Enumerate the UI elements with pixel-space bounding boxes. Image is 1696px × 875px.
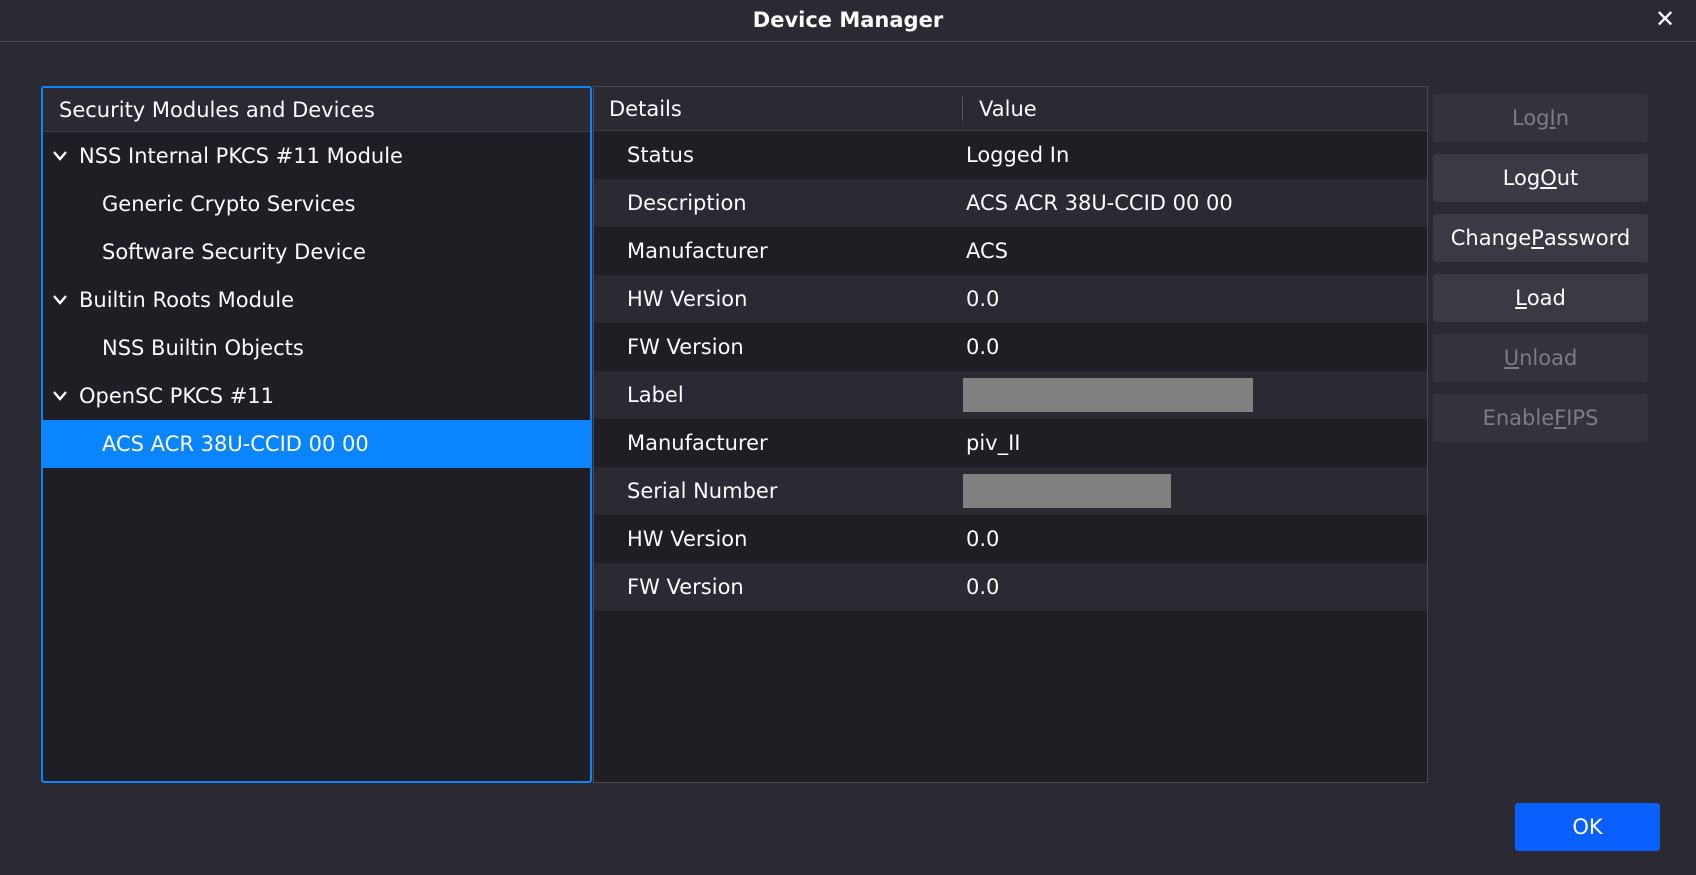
tree-item-generic-crypto-services[interactable]: Generic Crypto Services (43, 180, 590, 228)
row-value: Logged In (966, 143, 1070, 167)
button-label: Change (1450, 226, 1532, 250)
button-accel: P (1531, 226, 1544, 250)
table-row[interactable]: Status Logged In (594, 131, 1427, 179)
unload-button[interactable]: Unload (1433, 334, 1648, 382)
button-label: n (1555, 106, 1570, 130)
table-row[interactable]: Serial Number (594, 467, 1427, 515)
button-accel: L (1515, 286, 1527, 310)
details-header: Details Value (594, 87, 1427, 131)
row-key: HW Version (627, 287, 748, 311)
row-key: Manufacturer (627, 431, 768, 455)
table-row[interactable]: HW Version 0.0 (594, 275, 1427, 323)
tree-header[interactable]: Security Modules and Devices (43, 88, 590, 132)
chevron-down-icon[interactable] (53, 293, 67, 307)
ok-button[interactable]: OK (1515, 803, 1660, 851)
chevron-down-icon[interactable] (53, 149, 67, 163)
row-key: HW Version (627, 527, 748, 551)
enable-fips-button[interactable]: Enable F IPS (1433, 394, 1648, 442)
row-key: FW Version (627, 335, 744, 359)
log-out-button[interactable]: Log Out (1433, 154, 1648, 202)
tree-item-label: NSS Internal PKCS #11 Module (79, 144, 403, 168)
tree-item-opensc-pkcs11[interactable]: OpenSC PKCS #11 (43, 372, 590, 420)
table-row[interactable]: FW Version 0.0 (594, 323, 1427, 371)
tree-item-label: Generic Crypto Services (102, 192, 356, 216)
redacted-value (963, 378, 1253, 412)
button-label: nload (1519, 346, 1578, 370)
button-label: Log (1511, 106, 1550, 130)
button-label: Enable (1482, 406, 1555, 430)
column-header-value[interactable]: Value (979, 97, 1037, 121)
button-label: Log (1502, 166, 1541, 190)
tree-item-builtin-roots-module[interactable]: Builtin Roots Module (43, 276, 590, 324)
details-table[interactable]: Details Value Status Logged In Descripti… (593, 86, 1428, 783)
tree-item-label: NSS Builtin Objects (102, 336, 304, 360)
tree-item-label: Builtin Roots Module (79, 288, 294, 312)
table-row[interactable]: Label (594, 371, 1427, 419)
button-label: assword (1543, 226, 1631, 250)
row-value: ACS (966, 239, 1008, 263)
row-value: ACS ACR 38U-CCID 00 00 (966, 191, 1233, 215)
row-value: 0.0 (966, 335, 1000, 359)
table-row[interactable]: FW Version 0.0 (594, 563, 1427, 611)
title-bar: Device Manager ✕ (0, 0, 1696, 42)
log-in-button[interactable]: Log In (1433, 94, 1648, 142)
load-button[interactable]: Load (1433, 274, 1648, 322)
tree-item-acs-acr38u[interactable]: ACS ACR 38U-CCID 00 00 (43, 420, 590, 468)
table-row[interactable]: HW Version 0.0 (594, 515, 1427, 563)
button-label: oad (1526, 286, 1566, 310)
tree-item-nss-builtin-objects[interactable]: NSS Builtin Objects (43, 324, 590, 372)
row-value: 0.0 (966, 527, 1000, 551)
change-password-button[interactable]: Change Password (1433, 214, 1648, 262)
close-icon[interactable]: ✕ (1650, 4, 1680, 34)
row-key: Label (627, 383, 684, 407)
table-row[interactable]: Manufacturer piv_II (594, 419, 1427, 467)
row-key: Manufacturer (627, 239, 768, 263)
tree-item-nss-internal-module[interactable]: NSS Internal PKCS #11 Module (43, 132, 590, 180)
tree-item-software-security-device[interactable]: Software Security Device (43, 228, 590, 276)
tree-item-label: ACS ACR 38U-CCID 00 00 (102, 432, 369, 456)
table-row[interactable]: Manufacturer ACS (594, 227, 1427, 275)
window-title: Device Manager (752, 8, 944, 32)
button-label: ut (1556, 166, 1579, 190)
tree-item-label: Software Security Device (102, 240, 366, 264)
button-label: IPS (1566, 406, 1599, 430)
row-key: Description (627, 191, 747, 215)
tree-item-label: OpenSC PKCS #11 (79, 384, 275, 408)
chevron-down-icon[interactable] (53, 389, 67, 403)
column-divider[interactable] (962, 97, 963, 121)
button-accel: U (1503, 346, 1520, 370)
table-row[interactable]: Description ACS ACR 38U-CCID 00 00 (594, 179, 1427, 227)
column-header-details[interactable]: Details (609, 97, 682, 121)
row-value: 0.0 (966, 287, 1000, 311)
redacted-value (963, 474, 1171, 508)
row-key: Status (627, 143, 694, 167)
row-key: Serial Number (627, 479, 778, 503)
button-accel: O (1540, 166, 1557, 190)
row-key: FW Version (627, 575, 744, 599)
security-modules-tree[interactable]: Security Modules and Devices NSS Interna… (41, 86, 592, 783)
row-value: 0.0 (966, 575, 1000, 599)
button-accel: F (1554, 406, 1567, 430)
row-value: piv_II (966, 431, 1021, 455)
